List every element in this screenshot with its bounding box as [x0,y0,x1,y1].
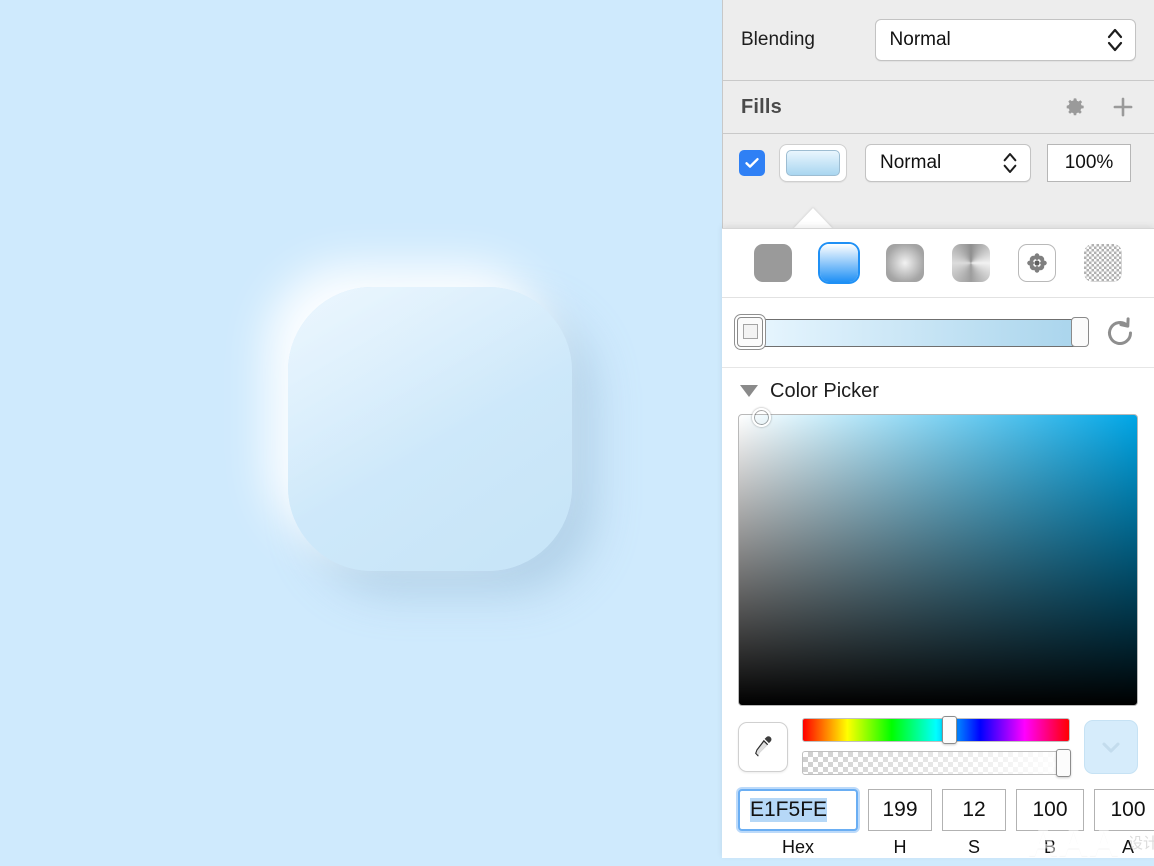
fills-title: Fills [741,95,783,118]
hex-field-group: E1F5FE Hex [738,789,858,858]
fill-type-linear-gradient[interactable] [820,244,858,282]
hue-input[interactable]: 199 [868,789,932,831]
color-sliders-row [722,706,1154,777]
hue-slider[interactable] [802,716,1070,744]
saturation-brightness-area[interactable] [738,408,1138,706]
flower-icon [1027,253,1047,273]
blending-row: Blending Normal [723,0,1154,80]
brightness-input[interactable]: 100 [1016,789,1084,831]
brightness-field-group: 100 B [1016,789,1084,858]
fill-opacity-value: 100% [1064,152,1114,173]
triangle-down-icon[interactable] [740,385,758,397]
brightness-label: B [1043,837,1056,857]
fills-section-header: Fills [723,81,1154,133]
gradient-bar[interactable] [737,316,1089,347]
fill-blending-value: Normal [880,152,942,173]
chevron-down-icon [1102,742,1120,753]
gradient-stop-swatch [742,324,758,339]
color-picker-more-button[interactable] [1084,719,1138,774]
fill-color-swatch-button[interactable] [779,144,847,182]
alpha-input[interactable]: 100 [1094,789,1154,831]
hex-input[interactable]: E1F5FE [738,789,858,831]
gradient-stop-end[interactable] [1071,316,1089,347]
saturation-input[interactable]: 12 [942,789,1006,831]
stepper-icon[interactable] [998,149,1022,177]
hex-label: Hex [781,837,814,857]
fill-type-selector [722,229,1154,298]
chevron-updown-icon [1107,28,1123,52]
brightness-input-value: 100 [1032,798,1068,821]
alpha-label: A [1121,837,1134,857]
hue-field-group: 199 H [868,789,932,858]
hue-label: H [893,837,907,857]
fill-item-row: Normal 100% Fill Blending Opacity [723,134,1154,208]
color-picker-title: Color Picker [770,379,879,402]
fill-color-swatch [786,150,840,176]
eyedropper-button[interactable] [738,721,788,772]
hue-input-value: 199 [882,798,918,821]
plus-icon[interactable] [1110,94,1136,120]
color-value-fields: E1F5FE Hex 199 H 12 S 100 B 100 A [722,775,1154,858]
fill-type-pattern[interactable] [1018,244,1056,282]
design-canvas[interactable] [0,0,722,858]
color-picker-header[interactable]: Color Picker [722,368,1154,414]
app-window: Blending Normal Fills Normal 100% Color … [0,0,1154,865]
fill-type-angular-gradient[interactable] [952,244,990,282]
alpha-slider-knob[interactable] [1056,749,1071,777]
rotate-icon[interactable] [1102,315,1138,351]
hue-slider-knob[interactable] [942,716,958,744]
popover-tail [793,208,833,229]
fills-header-actions [1062,94,1136,120]
fill-enabled-checkbox[interactable] [739,150,765,176]
canvas-shape-rounded-square[interactable] [288,287,572,571]
fill-type-noise[interactable] [1084,244,1122,282]
sb-cursor[interactable] [751,408,771,427]
fill-popover: Color Picker E1F5FE Hex 199 H 12 S 100 B… [722,228,1154,858]
alpha-slider[interactable] [802,749,1071,777]
gradient-stops-row [722,298,1154,368]
slider-stack [802,716,1071,777]
eyedropper-icon [755,735,772,757]
saturation-label: S [967,837,980,857]
saturation-field-group: 12 S [942,789,1006,858]
check-icon [745,158,759,168]
alpha-field-group: 100 A [1094,789,1154,858]
alpha-input-value: 100 [1110,798,1146,821]
blending-select-value: Normal [889,29,951,50]
fill-row-captions: Fill Blending Opacity [723,190,1154,216]
hex-input-value: E1F5FE [750,798,828,822]
fill-type-radial-gradient[interactable] [886,244,924,282]
fill-blending-select[interactable]: Normal [865,144,1031,182]
chevron-updown-icon [1003,153,1017,173]
gear-icon[interactable] [1062,94,1088,120]
gradient-stop-start[interactable] [737,316,763,347]
stepper-icon[interactable] [1103,25,1127,55]
fill-opacity-input[interactable]: 100% [1047,144,1131,182]
blending-select[interactable]: Normal [874,19,1136,61]
blending-label: Blending [741,29,815,50]
fill-type-solid-color[interactable] [754,244,792,282]
saturation-input-value: 12 [962,798,986,821]
